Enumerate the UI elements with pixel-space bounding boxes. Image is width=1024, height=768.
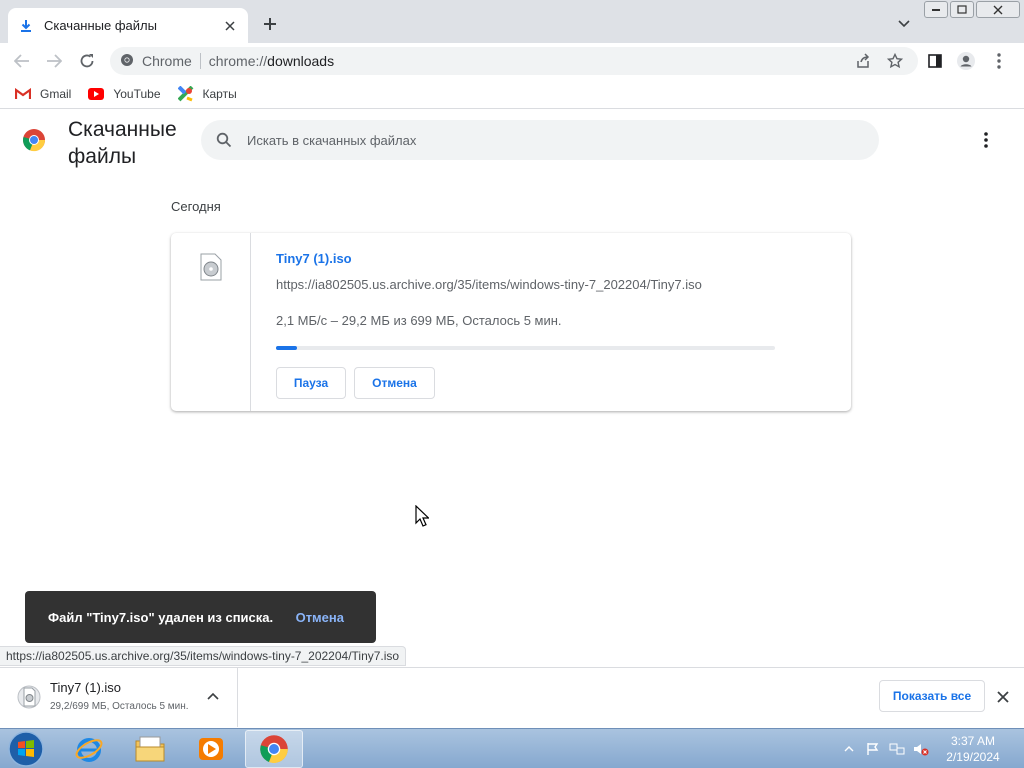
download-shelf: Tiny7 (1).iso 29,2/699 МБ, Осталось 5 ми… bbox=[0, 667, 1024, 727]
shelf-file-name: Tiny7 (1).iso bbox=[50, 680, 122, 695]
disc-file-icon bbox=[199, 253, 223, 281]
search-placeholder: Искать в скачанных файлах bbox=[247, 132, 417, 148]
chevron-up-icon[interactable] bbox=[205, 688, 221, 704]
forward-icon[interactable] bbox=[44, 51, 64, 71]
youtube-icon bbox=[87, 86, 105, 102]
window-controls bbox=[924, 1, 1020, 18]
media-player-icon[interactable] bbox=[182, 730, 240, 768]
downloads-header: Скачанные файлы Искать в скачанных файла… bbox=[0, 110, 1024, 170]
bookmark-label: Gmail bbox=[40, 86, 72, 101]
chevron-down-icon[interactable] bbox=[896, 16, 912, 32]
search-icon bbox=[215, 131, 233, 149]
url-main: downloads bbox=[267, 53, 335, 69]
download-file-link[interactable]: Tiny7 (1).iso bbox=[276, 251, 352, 266]
address-bar[interactable]: Chrome chrome://downloads bbox=[110, 47, 918, 75]
toast-undo-button[interactable]: Отмена bbox=[296, 610, 344, 625]
status-bubble-url: https://ia802505.us.archive.org/35/items… bbox=[0, 646, 407, 666]
download-source-url[interactable]: https://ia802505.us.archive.org/35/items… bbox=[276, 277, 702, 292]
system-tray bbox=[840, 729, 930, 768]
action-center-flag-icon[interactable] bbox=[864, 740, 882, 758]
downloads-search-input[interactable]: Искать в скачанных файлах bbox=[201, 120, 879, 160]
windows-taskbar: 3:37 AM 2/19/2024 bbox=[0, 728, 1024, 768]
disc-file-icon bbox=[17, 684, 41, 710]
pause-button[interactable]: Пауза bbox=[276, 367, 346, 399]
maximize-icon[interactable] bbox=[950, 1, 974, 18]
file-icon-column bbox=[171, 233, 251, 411]
shelf-download-item[interactable]: Tiny7 (1).iso 29,2/699 МБ, Осталось 5 ми… bbox=[0, 668, 238, 727]
volume-muted-icon[interactable] bbox=[912, 740, 930, 758]
gmail-icon bbox=[14, 86, 32, 102]
taskbar-clock[interactable]: 3:37 AM 2/19/2024 bbox=[938, 733, 1008, 765]
cancel-download-button[interactable]: Отмена bbox=[354, 367, 435, 399]
more-actions-icon[interactable] bbox=[976, 130, 996, 150]
download-icon bbox=[18, 18, 34, 34]
network-icon[interactable] bbox=[888, 740, 906, 758]
page-title: Скачанные файлы bbox=[68, 118, 177, 168]
bookmark-label: Карты bbox=[202, 86, 237, 101]
star-icon[interactable] bbox=[885, 51, 905, 71]
close-tab-icon[interactable] bbox=[222, 18, 238, 34]
tray-expand-icon[interactable] bbox=[840, 740, 858, 758]
chrome-logo-icon bbox=[22, 128, 46, 152]
window-close-icon[interactable] bbox=[976, 1, 1020, 18]
bookmark-youtube[interactable]: YouTube bbox=[87, 86, 161, 102]
tab-downloads[interactable]: Скачанные файлы bbox=[8, 8, 248, 43]
show-all-button[interactable]: Показать все bbox=[879, 680, 985, 712]
clock-date: 2/19/2024 bbox=[946, 750, 1000, 764]
reload-icon[interactable] bbox=[77, 51, 97, 71]
start-button-icon[interactable] bbox=[6, 730, 46, 768]
site-label: Chrome bbox=[142, 53, 192, 69]
undo-toast: Файл "Tiny7.iso" удален из списка. Отмен… bbox=[25, 591, 376, 643]
browser-toolbar: Chrome chrome://downloads bbox=[0, 43, 1024, 79]
download-status: 2,1 МБ/с – 29,2 МБ из 699 МБ, Осталось 5… bbox=[276, 313, 562, 328]
side-panel-icon[interactable] bbox=[925, 51, 945, 71]
date-group-label: Сегодня bbox=[171, 199, 221, 214]
bookmark-label: YouTube bbox=[113, 86, 161, 101]
maps-icon bbox=[177, 85, 195, 102]
close-shelf-icon[interactable] bbox=[994, 688, 1012, 706]
share-icon[interactable] bbox=[853, 51, 873, 71]
chrome-site-icon bbox=[120, 53, 134, 70]
profile-avatar-icon[interactable] bbox=[956, 51, 976, 71]
internet-explorer-icon[interactable] bbox=[60, 730, 118, 768]
back-icon[interactable] bbox=[12, 51, 32, 71]
progress-fill bbox=[276, 346, 297, 350]
menu-kebab-icon[interactable] bbox=[989, 51, 1009, 71]
clock-time: 3:37 AM bbox=[950, 734, 996, 748]
tab-title: Скачанные файлы bbox=[44, 18, 157, 33]
bookmark-gmail[interactable]: Gmail bbox=[14, 86, 71, 102]
tab-strip: Скачанные файлы bbox=[0, 0, 1024, 43]
shelf-file-status: 29,2/699 МБ, Осталось 5 мин. bbox=[50, 701, 189, 712]
bookmark-maps[interactable]: Карты bbox=[177, 85, 237, 102]
minimize-icon[interactable] bbox=[924, 1, 948, 18]
bookmarks-bar: Gmail YouTube Карты bbox=[0, 79, 1024, 109]
download-progress-bar bbox=[276, 346, 775, 350]
file-explorer-icon[interactable] bbox=[121, 730, 179, 768]
toast-message: Файл "Tiny7.iso" удален из списка. bbox=[48, 609, 274, 625]
mouse-cursor-icon bbox=[415, 504, 430, 527]
chrome-icon[interactable] bbox=[245, 730, 303, 768]
address-separator bbox=[199, 53, 201, 69]
download-item-card: Tiny7 (1).iso https://ia802505.us.archiv… bbox=[171, 233, 851, 411]
new-tab-icon[interactable] bbox=[260, 14, 280, 34]
url-prefix: chrome:// bbox=[208, 53, 268, 69]
